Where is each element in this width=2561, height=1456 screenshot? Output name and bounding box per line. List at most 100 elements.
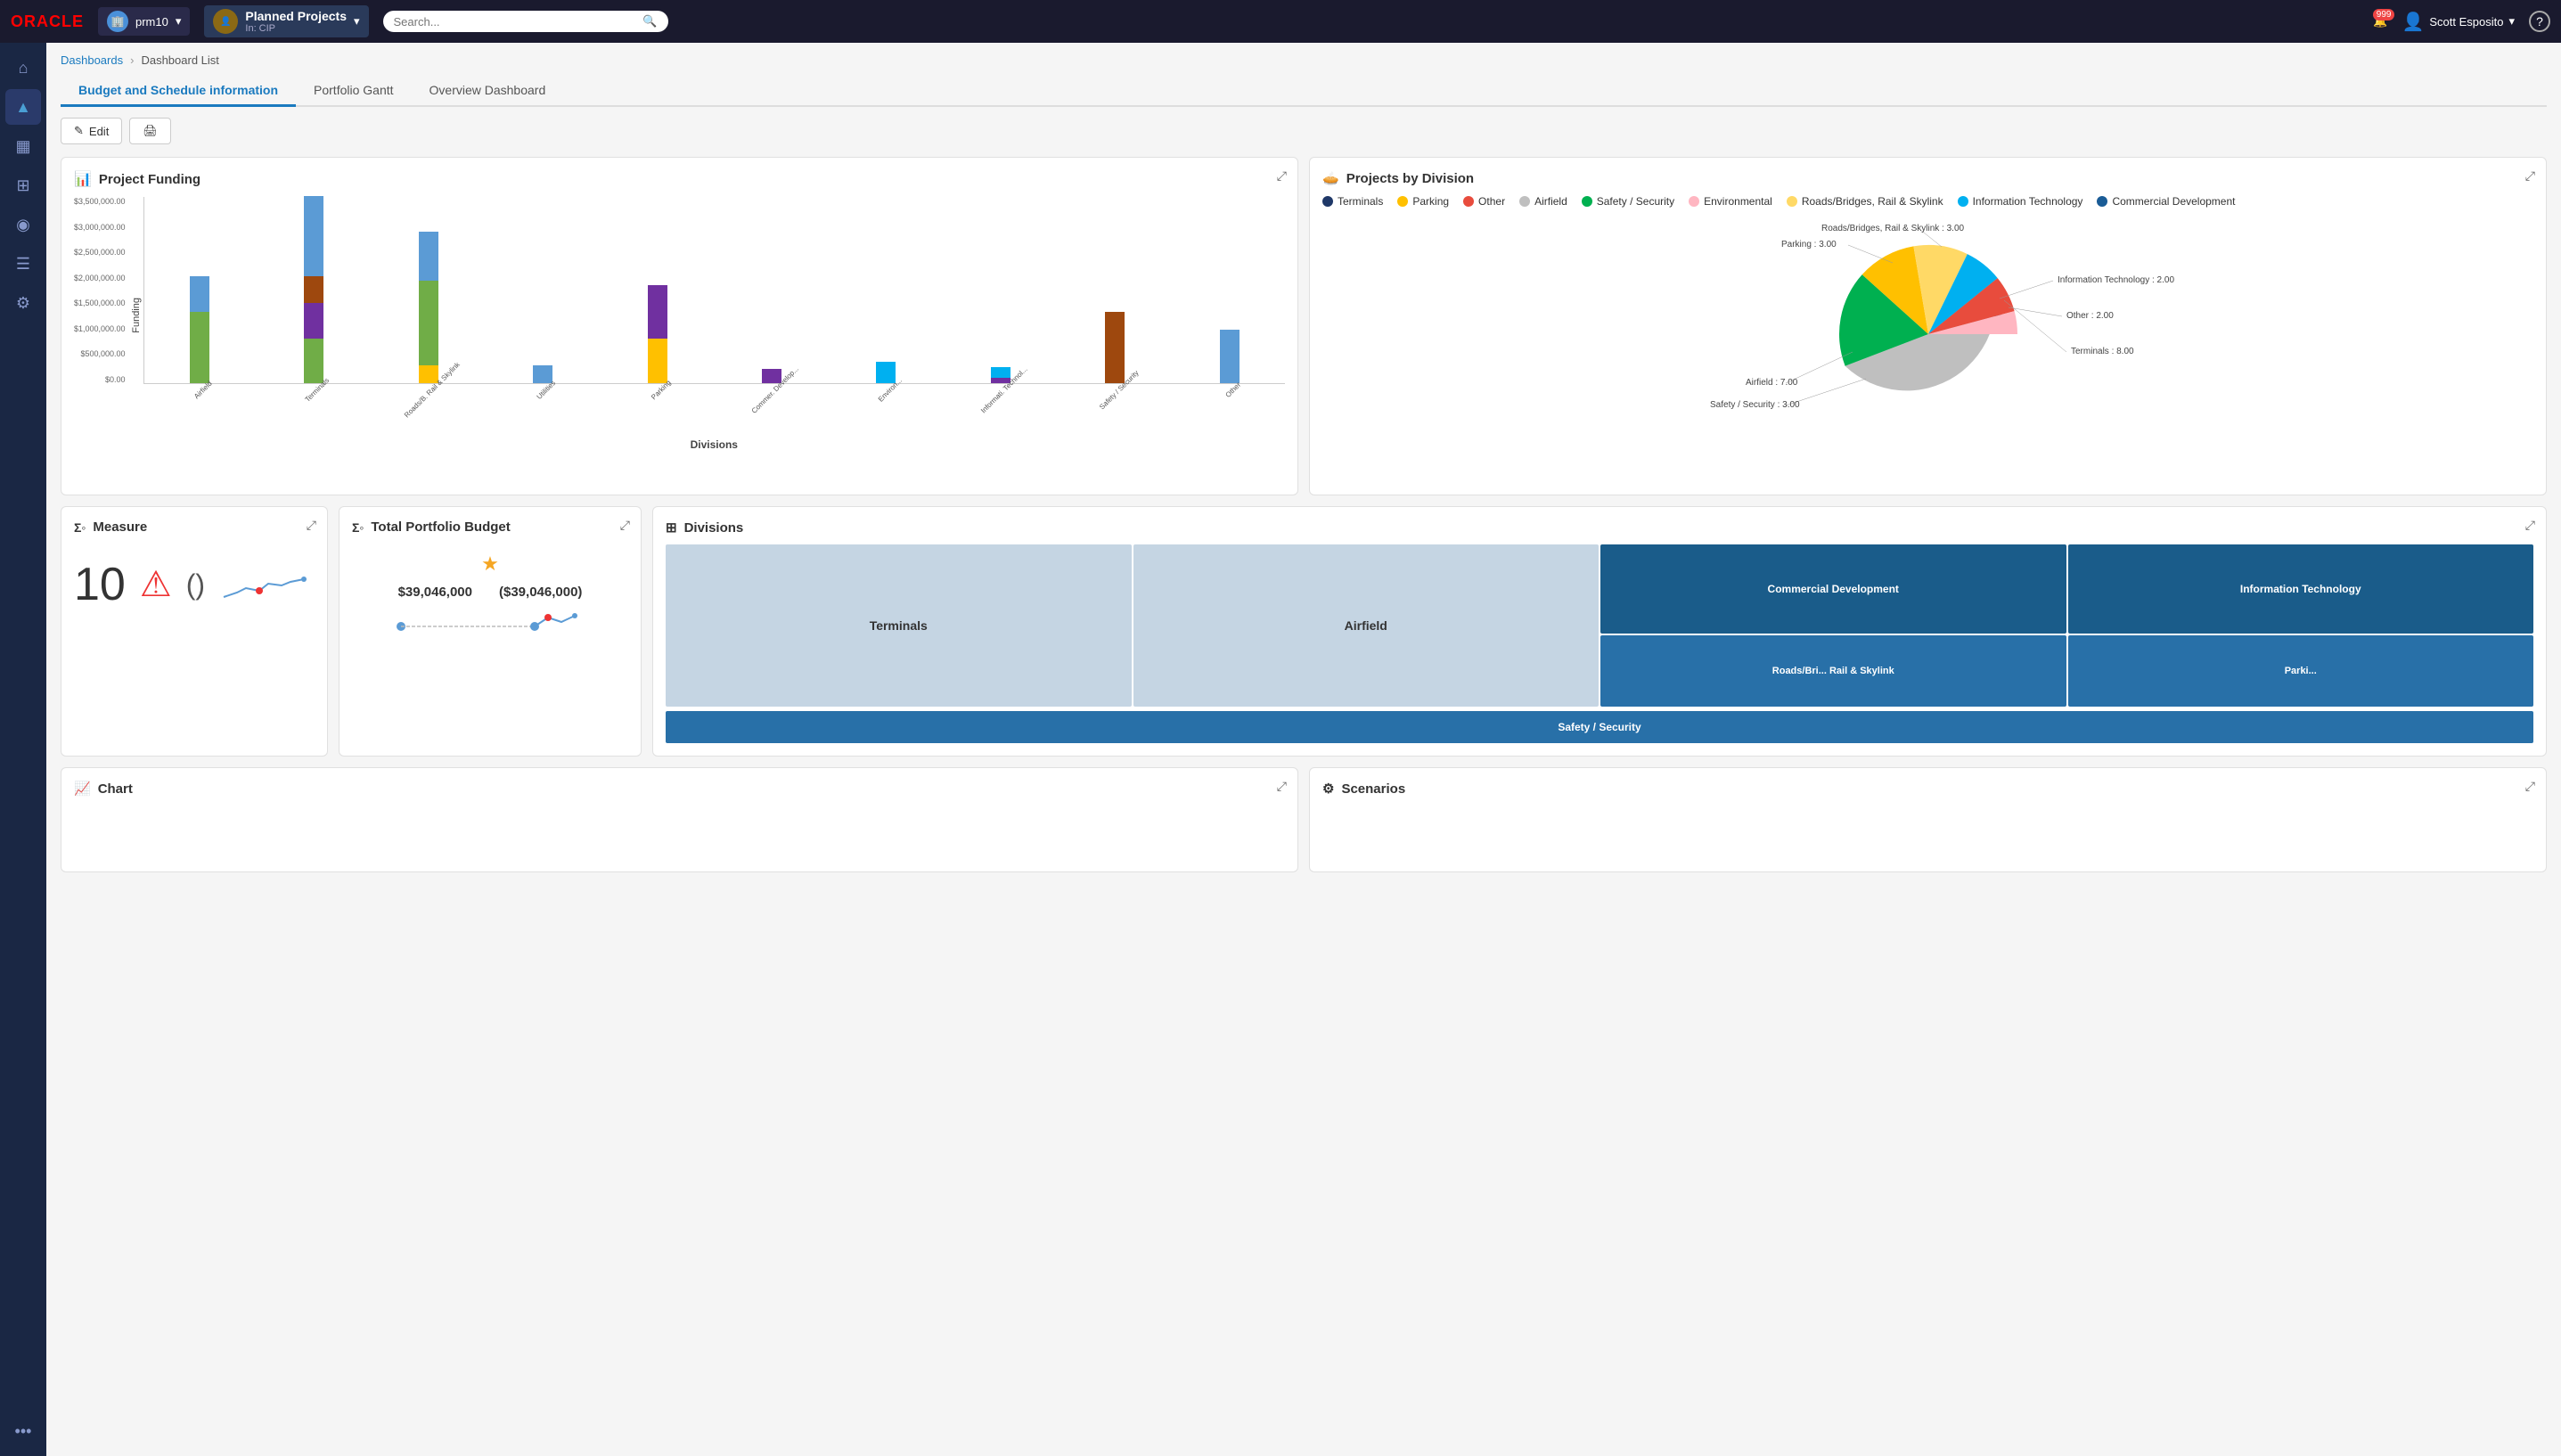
bar-chart-icon: 📊 <box>74 170 92 188</box>
sidebar-item-home[interactable]: ⌂ <box>5 50 41 86</box>
project-name: Planned Projects <box>245 9 347 23</box>
legend-dot-terminals <box>1322 196 1333 207</box>
sidebar-item-analytics[interactable]: ▦ <box>5 128 41 164</box>
div-cell-safety: Safety / Security <box>666 711 2533 743</box>
scenarios-icon: ⚙ <box>1322 781 1334 797</box>
pie-label-parking: Parking : 3.00 <box>1781 240 1837 249</box>
star-icon: ★ <box>481 552 499 576</box>
legend-label-terminals: Terminals <box>1338 195 1383 208</box>
legend-other: Other <box>1463 195 1505 208</box>
budget-content: ★ $39,046,000 ($39,046,000) <box>352 544 628 649</box>
dashboard-row-3: 📈 Chart ⤢ ⚙ Scenarios ⤢ <box>61 767 2547 872</box>
sigma-icon: Σ◦ <box>74 520 86 535</box>
search-box: 🔍 <box>383 11 668 32</box>
legend-airfield: Airfield <box>1519 195 1567 208</box>
tab-gantt[interactable]: Portfolio Gantt <box>296 76 412 107</box>
legend-dot-roads <box>1787 196 1797 207</box>
sidebar-item-projects[interactable]: ▲ <box>5 89 41 125</box>
user-menu[interactable]: 👤 Scott Esposito ▾ <box>2401 11 2515 33</box>
divisions-treemap: Terminals Airfield Commercial Developmen… <box>666 544 2533 709</box>
measure-number: 10 <box>74 558 126 611</box>
legend-label-airfield: Airfield <box>1534 195 1567 208</box>
search-input[interactable] <box>394 15 636 29</box>
project-avatar: 👤 <box>213 9 238 34</box>
div-cell-commercial: Commercial Development <box>1600 544 2066 634</box>
pie-chart-icon: 🥧 <box>1322 170 1339 186</box>
chart-icon: 📈 <box>74 781 91 797</box>
print-button[interactable]: 🖨 <box>129 118 171 144</box>
divisions-title: ⊞ Divisions <box>666 519 2533 536</box>
projects-by-division-card: 🥧 Projects by Division ⤢ Terminals Parki… <box>1309 157 2547 495</box>
legend-label-infotech: Information Technology <box>1973 195 2083 208</box>
notification-count: 999 <box>2373 9 2395 20</box>
breadcrumb: Dashboards › Dashboard List <box>61 53 2547 67</box>
pie-chart-svg: Information Technology : 2.00 Other : 2.… <box>1697 218 2160 450</box>
div-cell-airfield: Airfield <box>1133 544 1600 707</box>
measure-expand-button[interactable]: ⤢ <box>307 518 316 533</box>
sidebar-item-settings[interactable]: ⚙ <box>5 285 41 321</box>
budget-values: $39,046,000 ($39,046,000) <box>398 585 583 600</box>
bars-row <box>143 197 1285 384</box>
legend-label-environmental: Environmental <box>1704 195 1772 208</box>
measure-content: 10 ⚠ () <box>74 544 315 626</box>
help-icon[interactable]: ? <box>2529 11 2550 32</box>
bars-area: Airfield Terminals Roads/B. Rail & Skyli… <box>143 197 1285 451</box>
pie-label-safety: Safety / Security : 3.00 <box>1710 400 1800 410</box>
divisions-expand-button[interactable]: ⤢ <box>2525 518 2535 533</box>
legend-label-parking: Parking <box>1412 195 1449 208</box>
pie-legend: Terminals Parking Other Airfield Safety … <box>1322 195 2533 208</box>
sidebar-item-library[interactable]: ⊞ <box>5 168 41 203</box>
label-line-parking <box>1848 245 1893 263</box>
legend-roads: Roads/Bridges, Rail & Skylink <box>1787 195 1943 208</box>
app-selector[interactable]: 🏢 prm10 ▾ <box>98 7 190 36</box>
budget-value2: ($39,046,000) <box>499 585 582 600</box>
y-axis-label: Funding <box>131 298 142 333</box>
tab-budget[interactable]: Budget and Schedule information <box>61 76 296 107</box>
pie-chart-container: Information Technology : 2.00 Other : 2.… <box>1322 218 2533 450</box>
tab-bar: Budget and Schedule information Portfoli… <box>61 76 2547 107</box>
sigma-budget-icon: Σ◦ <box>352 520 364 535</box>
legend-dot-environmental <box>1689 196 1699 207</box>
x-labels: Airfield Terminals Roads/B. Rail & Skyli… <box>143 386 1285 435</box>
warning-icon: ⚠ <box>140 564 172 605</box>
toolbar: ✎ Edit 🖨 <box>61 118 2547 144</box>
budget-title: Σ◦ Total Portfolio Budget <box>352 519 628 535</box>
notifications[interactable]: 🔔 999 <box>2373 14 2387 29</box>
pie-label-roads: Roads/Bridges, Rail & Skylink : 3.00 <box>1821 224 1965 233</box>
edit-button[interactable]: ✎ Edit <box>61 118 122 144</box>
sidebar-item-more[interactable]: ••• <box>5 1413 41 1449</box>
app-name: prm10 <box>135 15 168 29</box>
project-funding-card: 📊 Project Funding ⤢ $3,500,000.00 $3,000… <box>61 157 1298 495</box>
user-avatar-icon: 👤 <box>2401 11 2424 33</box>
project-selector[interactable]: 👤 Planned Projects In: CIP ▾ <box>204 5 368 37</box>
division-expand-button[interactable]: ⤢ <box>2525 168 2535 184</box>
div-cell-parking: Parki... <box>2068 635 2534 707</box>
tab-overview[interactable]: Overview Dashboard <box>412 76 564 107</box>
label-line-infotech <box>2000 281 2053 299</box>
legend-commercial: Commercial Development <box>2097 195 2235 208</box>
sidebar-item-people[interactable]: ◉ <box>5 207 41 242</box>
scenarios-expand-button[interactable]: ⤢ <box>2525 779 2535 794</box>
breadcrumb-sep: › <box>130 53 134 67</box>
legend-label-other: Other <box>1478 195 1505 208</box>
project-dropdown-icon[interactable]: ▾ <box>354 14 360 29</box>
dashboard-row-2: Σ◦ Measure ⤢ 10 ⚠ () Σ◦ <box>61 506 2547 757</box>
legend-label-roads: Roads/Bridges, Rail & Skylink <box>1802 195 1943 208</box>
left-sidebar: ⌂ ▲ ▦ ⊞ ◉ ☰ ⚙ ••• <box>0 43 46 1456</box>
measure-card: Σ◦ Measure ⤢ 10 ⚠ () <box>61 506 328 757</box>
funding-expand-button[interactable]: ⤢ <box>1277 168 1287 184</box>
total-portfolio-budget-card: Σ◦ Total Portfolio Budget ⤢ ★ $39,046,00… <box>339 506 642 757</box>
app-dropdown-icon[interactable]: ▾ <box>176 14 182 29</box>
legend-dot-safety <box>1582 196 1592 207</box>
projects-by-division-title: 🥧 Projects by Division <box>1322 170 2533 186</box>
pie-label-airfield: Airfield : 7.00 <box>1746 378 1798 388</box>
sidebar-item-reports[interactable]: ☰ <box>5 246 41 282</box>
breadcrumb-dashboards[interactable]: Dashboards <box>61 53 123 67</box>
chart-expand-button[interactable]: ⤢ <box>1277 779 1287 794</box>
y-axis: $3,500,000.00 $3,000,000.00 $2,500,000.0… <box>74 197 127 384</box>
budget-expand-button[interactable]: ⤢ <box>620 518 630 533</box>
breadcrumb-current: Dashboard List <box>141 53 218 67</box>
dashboard-row-1: 📊 Project Funding ⤢ $3,500,000.00 $3,000… <box>61 157 2547 495</box>
search-icon[interactable]: 🔍 <box>642 14 657 29</box>
app-icon: 🏢 <box>107 11 128 32</box>
